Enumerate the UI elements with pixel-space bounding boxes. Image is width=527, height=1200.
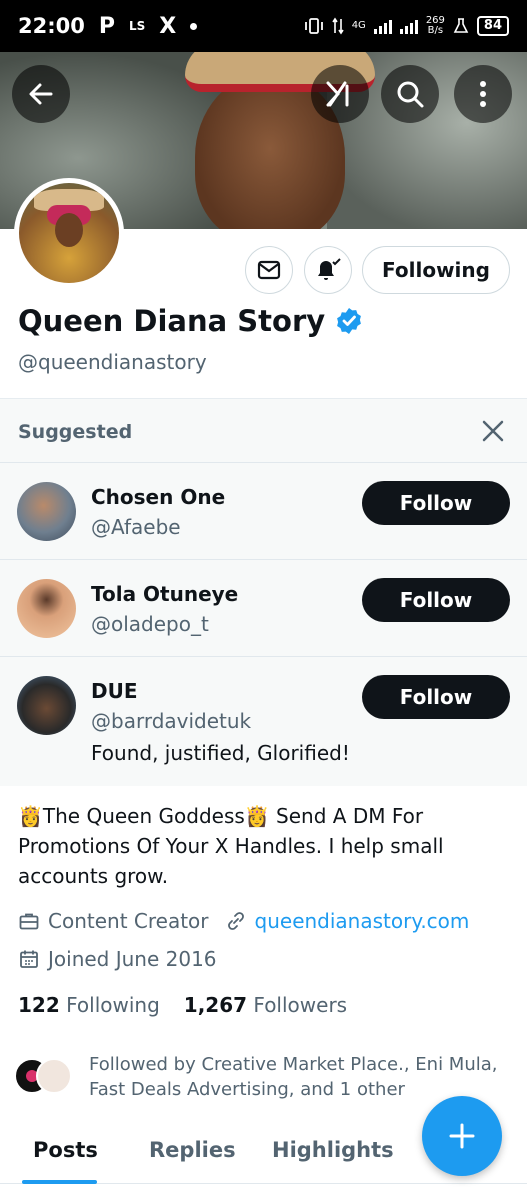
- grok-button[interactable]: [311, 65, 369, 123]
- tab-replies[interactable]: Replies: [149, 1138, 236, 1162]
- follow-counts: 122 Following 1,267 Followers: [18, 993, 347, 1017]
- tab-highlights[interactable]: Highlights: [272, 1138, 394, 1162]
- status-time: 22:00: [18, 14, 85, 38]
- back-arrow-icon: [29, 83, 53, 105]
- avatar: [36, 1058, 72, 1094]
- link-icon: [225, 910, 247, 932]
- signal-2-icon: [399, 18, 418, 34]
- suggested-account[interactable]: Tola Otuneye @oladepo_t Follow: [0, 559, 527, 656]
- profile-joined: Joined June 2016: [48, 947, 217, 971]
- status-right: 4G 269 B/s 84: [304, 16, 509, 36]
- profile-joined-row: Joined June 2016: [18, 947, 217, 971]
- dismiss-suggested-button[interactable]: [479, 417, 507, 445]
- notifications-button[interactable]: [304, 246, 352, 294]
- compose-post-button[interactable]: [422, 1096, 502, 1176]
- suggested-bio: Found, justified, Glorified!: [91, 741, 350, 765]
- followers-count-link[interactable]: 1,267 Followers: [184, 993, 347, 1017]
- back-button[interactable]: [12, 65, 70, 123]
- close-icon: [482, 420, 504, 442]
- profile-category: Content Creator: [48, 909, 209, 933]
- suggested-section: Suggested Chosen One @Afaebe Follow Tola…: [0, 398, 527, 786]
- suggested-name[interactable]: Tola Otuneye: [91, 582, 238, 606]
- calendar-icon: [18, 948, 40, 970]
- handle: @queendianastory: [18, 350, 207, 374]
- follow-button[interactable]: Follow: [362, 578, 510, 622]
- net-speed: 269 B/s: [425, 15, 445, 36]
- profile-website-link[interactable]: queendianastory.com: [255, 909, 470, 933]
- avatar[interactable]: [17, 482, 76, 541]
- suggested-title: Suggested: [18, 421, 133, 443]
- followed-by-text: Followed by Creative Market Place., Eni …: [89, 1054, 498, 1100]
- suggested-name[interactable]: DUE: [91, 679, 138, 703]
- profile-bio: 👸The Queen Goddess👸 Send A DM For Promot…: [18, 804, 444, 888]
- suggested-account[interactable]: DUE @barrdavidetuk Found, justified, Glo…: [0, 656, 527, 787]
- profile-avatar[interactable]: [14, 178, 124, 288]
- following-count: 122: [18, 993, 60, 1017]
- suggested-handle: @barrdavidetuk: [91, 709, 252, 733]
- bell-check-icon: [318, 258, 341, 280]
- search-icon: [397, 81, 424, 108]
- display-name: Queen Diana Story: [18, 304, 326, 338]
- followers-label: Followers: [253, 993, 348, 1017]
- following-button[interactable]: Following: [362, 246, 510, 294]
- network-type: 4G: [351, 20, 366, 31]
- avatar[interactable]: [17, 579, 76, 638]
- signal-icon: [373, 18, 392, 34]
- suggested-handle: @Afaebe: [91, 515, 181, 539]
- suggested-account[interactable]: Chosen One @Afaebe Follow: [0, 462, 527, 559]
- suggested-name[interactable]: Chosen One: [91, 485, 225, 509]
- flask-icon: [453, 18, 469, 33]
- follow-button[interactable]: Follow: [362, 481, 510, 525]
- plus-icon: [449, 1123, 475, 1149]
- x-app-icon: X: [159, 13, 177, 39]
- search-button[interactable]: [381, 65, 439, 123]
- followed-by[interactable]: Followed by Creative Market Place., Eni …: [14, 1052, 504, 1104]
- verified-badge-icon[interactable]: [335, 307, 363, 335]
- following-count-link[interactable]: 122 Following: [18, 993, 160, 1017]
- followers-count: 1,267: [183, 993, 248, 1017]
- follow-button[interactable]: Follow: [362, 675, 510, 719]
- active-tab-indicator: [22, 1180, 97, 1184]
- message-button[interactable]: [245, 246, 293, 294]
- vibrate-icon: [304, 18, 323, 34]
- briefcase-icon: [18, 910, 40, 932]
- status-bar: 22:00 P LS X 4G 269 B/s 84: [0, 0, 527, 52]
- data-transfer-icon: [332, 17, 344, 35]
- mail-icon: [257, 260, 281, 280]
- notification-icons: P LS X: [98, 13, 198, 39]
- grok-icon: [326, 81, 349, 107]
- more-vertical-icon: [480, 81, 486, 107]
- display-name-row: Queen Diana Story: [18, 304, 363, 338]
- profile-meta-row: Content Creator queendianastory.com: [18, 909, 469, 933]
- more-notifications-dot-icon: [190, 22, 198, 30]
- tab-posts[interactable]: Posts: [33, 1138, 98, 1162]
- p-app-icon: P: [98, 13, 115, 39]
- avatar[interactable]: [17, 676, 76, 735]
- following-label: Following: [66, 993, 160, 1017]
- ls-app-icon: LS: [128, 19, 146, 33]
- battery-icon: 84: [476, 16, 509, 36]
- more-button[interactable]: [454, 65, 512, 123]
- suggested-handle: @oladepo_t: [91, 612, 209, 636]
